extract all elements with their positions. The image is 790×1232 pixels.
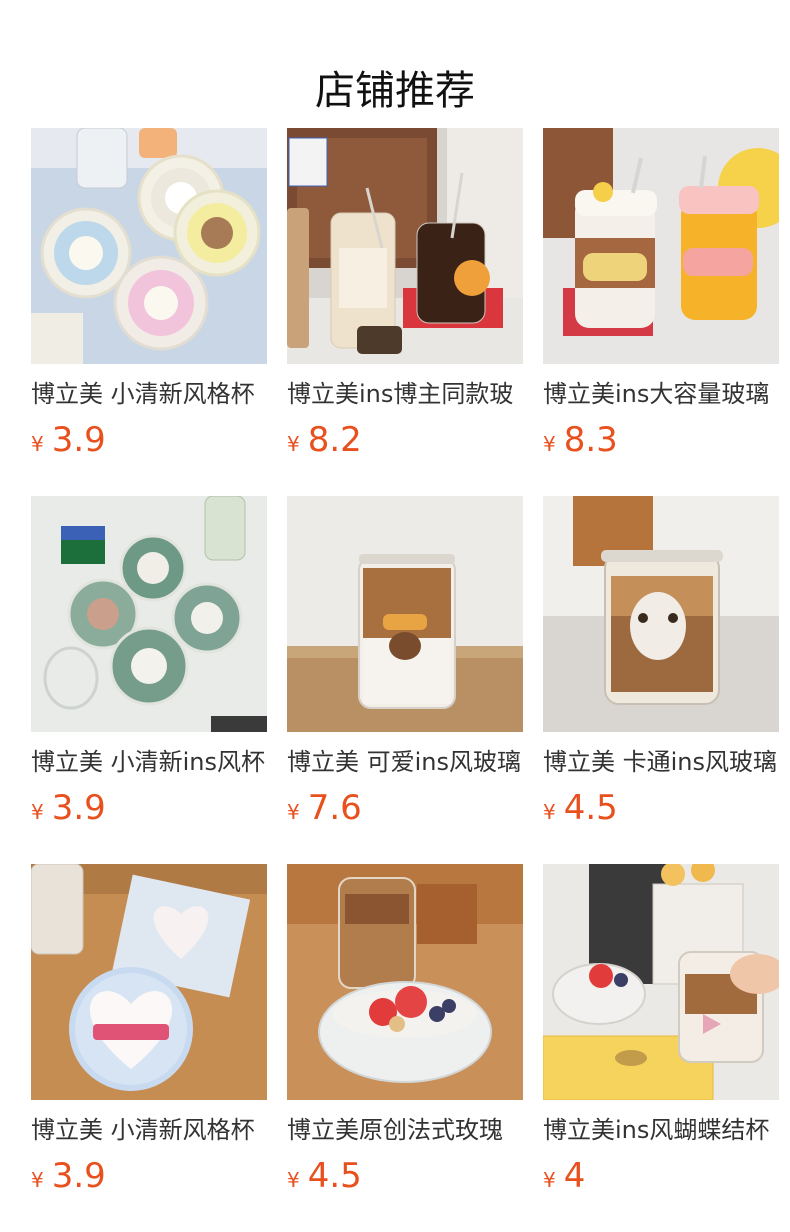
price-value: 8.2: [307, 420, 362, 460]
currency-symbol: ¥: [31, 432, 44, 456]
price-value: 4.5: [307, 1156, 362, 1196]
product-price: ¥7.6: [287, 788, 523, 828]
currency-symbol: ¥: [287, 432, 300, 456]
product-image[interactable]: [287, 864, 523, 1100]
product-price: ¥3.9: [31, 788, 267, 828]
product-image[interactable]: [31, 496, 267, 732]
product-image[interactable]: [543, 864, 779, 1100]
product-price: ¥4.5: [287, 1156, 523, 1196]
product-price: ¥3.9: [31, 420, 267, 460]
product-name[interactable]: 博立美 卡通ins风玻璃: [543, 746, 779, 778]
product-image[interactable]: [543, 496, 779, 732]
price-value: 3.9: [51, 420, 106, 460]
product-card[interactable]: 博立美 小清新风格杯 ¥3.9: [31, 128, 267, 460]
product-card[interactable]: 博立美 可爱ins风玻璃 ¥7.6: [287, 496, 523, 828]
currency-symbol: ¥: [543, 1168, 556, 1192]
product-card[interactable]: 博立美 小清新ins风杯 ¥3.9: [31, 496, 267, 828]
currency-symbol: ¥: [287, 1168, 300, 1192]
product-name[interactable]: 博立美ins风蝴蝶结杯: [543, 1114, 779, 1146]
currency-symbol: ¥: [543, 432, 556, 456]
product-card[interactable]: 博立美ins博主同款玻 ¥8.2: [287, 128, 523, 460]
product-name[interactable]: 博立美 小清新风格杯: [31, 1114, 267, 1146]
price-value: 3.9: [51, 1156, 106, 1196]
product-image[interactable]: [31, 128, 267, 364]
product-name[interactable]: 博立美原创法式玫瑰: [287, 1114, 523, 1146]
product-card[interactable]: 博立美ins大容量玻璃 ¥8.3: [543, 128, 779, 460]
product-name[interactable]: 博立美ins博主同款玻: [287, 378, 523, 410]
product-price: ¥3.9: [31, 1156, 267, 1196]
product-card[interactable]: 博立美原创法式玫瑰 ¥4.5: [287, 864, 523, 1196]
product-image[interactable]: [287, 128, 523, 364]
price-value: 3.9: [51, 788, 106, 828]
product-name[interactable]: 博立美 可爱ins风玻璃: [287, 746, 523, 778]
price-value: 4.5: [563, 788, 618, 828]
price-value: 4: [563, 1156, 586, 1196]
currency-symbol: ¥: [31, 1168, 44, 1192]
product-price: ¥4.5: [543, 788, 779, 828]
product-image[interactable]: [287, 496, 523, 732]
product-image[interactable]: [543, 128, 779, 364]
product-name[interactable]: 博立美ins大容量玻璃: [543, 378, 779, 410]
price-value: 7.6: [307, 788, 362, 828]
currency-symbol: ¥: [543, 800, 556, 824]
product-name[interactable]: 博立美 小清新风格杯: [31, 378, 267, 410]
product-card[interactable]: 博立美 小清新风格杯 ¥3.9: [31, 864, 267, 1196]
currency-symbol: ¥: [31, 800, 44, 824]
product-name[interactable]: 博立美 小清新ins风杯: [31, 746, 267, 778]
page-title: 店铺推荐: [315, 67, 475, 114]
product-card[interactable]: 博立美 卡通ins风玻璃 ¥4.5: [543, 496, 779, 828]
product-price: ¥8.3: [543, 420, 779, 460]
product-image[interactable]: [31, 864, 267, 1100]
price-value: 8.3: [563, 420, 618, 460]
product-price: ¥4: [543, 1156, 779, 1196]
product-card[interactable]: 博立美ins风蝴蝶结杯 ¥4: [543, 864, 779, 1196]
currency-symbol: ¥: [287, 800, 300, 824]
product-price: ¥8.2: [287, 420, 523, 460]
